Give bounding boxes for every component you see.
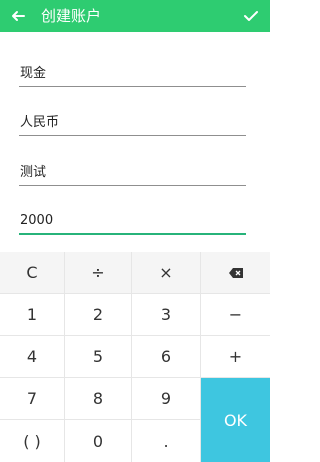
digit-8-key[interactable]: 8 <box>65 378 132 420</box>
digit-0-key[interactable]: 0 <box>65 420 132 462</box>
minus-key[interactable]: − <box>201 294 270 336</box>
decimal-key[interactable]: . <box>132 420 201 462</box>
digit-3-key[interactable]: 3 <box>132 294 201 336</box>
plus-key[interactable]: + <box>201 336 270 378</box>
app-bar: 创建账户 <box>0 0 270 32</box>
digit-9-key[interactable]: 9 <box>132 378 201 420</box>
digit-7-key[interactable]: 7 <box>0 378 65 420</box>
digit-6-key[interactable]: 6 <box>132 336 201 378</box>
check-icon[interactable] <box>241 6 261 26</box>
multiply-key[interactable]: × <box>132 252 201 294</box>
account-name-field[interactable]: 测试 <box>19 155 246 186</box>
clear-key[interactable]: C <box>0 252 65 294</box>
parentheses-key[interactable]: ( ) <box>0 420 65 462</box>
divide-key[interactable]: ÷ <box>65 252 132 294</box>
number-keypad: C ÷ × 1 2 3 − 4 5 6 + 7 8 9 ( ) 0 . OK <box>0 252 270 462</box>
backspace-icon <box>228 267 243 278</box>
arrow-left-icon[interactable] <box>8 6 28 26</box>
account-type-value: 现金 <box>20 66 47 81</box>
digit-4-key[interactable]: 4 <box>0 336 65 378</box>
balance-value: 2000 <box>20 213 54 228</box>
digit-1-key[interactable]: 1 <box>0 294 65 336</box>
digit-2-key[interactable]: 2 <box>65 294 132 336</box>
balance-field[interactable]: 2000 <box>19 203 246 235</box>
account-type-field[interactable]: 现金 <box>19 56 246 87</box>
account-name-value: 测试 <box>20 165 47 180</box>
page-title: 创建账户 <box>41 7 102 25</box>
ok-button[interactable]: OK <box>201 378 270 462</box>
backspace-key[interactable] <box>201 252 270 294</box>
currency-value: 人民币 <box>20 115 60 130</box>
currency-field[interactable]: 人民币 <box>19 105 246 136</box>
digit-5-key[interactable]: 5 <box>65 336 132 378</box>
